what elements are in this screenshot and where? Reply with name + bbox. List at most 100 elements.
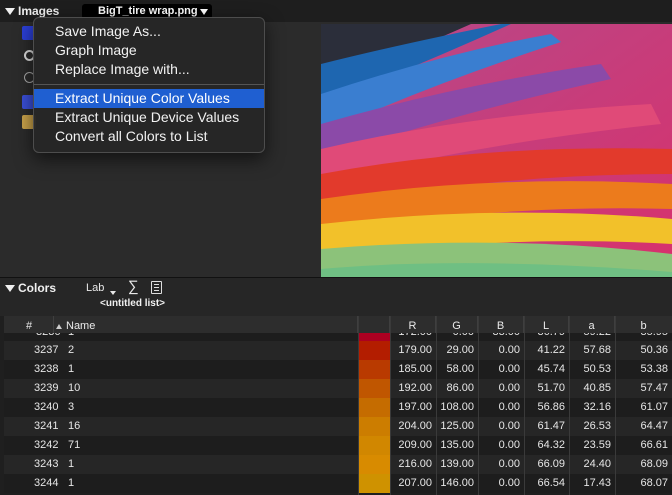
cell-r: 192.00: [398, 382, 432, 394]
cell-g: 146.00: [440, 477, 474, 489]
table-row[interactable]: 3241 16 204.00 125.00 0.00 61.47 26.53 64.47: [4, 417, 672, 436]
color-swatch: [358, 398, 390, 417]
cell-l: 51.70: [537, 382, 565, 394]
cell-name: 10: [68, 382, 81, 394]
menu-item-extract-unique-color-values[interactable]: Extract Unique Color Values: [34, 89, 264, 108]
cell-index: 3238: [34, 363, 59, 375]
cell-index: 3243: [34, 458, 59, 470]
color-swatch: [358, 341, 390, 360]
cell-a: 17.43: [583, 477, 611, 489]
menu-item-save-image-as[interactable]: Save Image As...: [34, 22, 264, 41]
cell-l: 61.47: [537, 420, 565, 432]
cell-l: 64.32: [537, 439, 565, 451]
menu-item-extract-unique-device-values[interactable]: Extract Unique Device Values: [34, 108, 264, 127]
cell-g: 0.00: [436, 333, 474, 341]
color-swatch: [358, 379, 390, 398]
cell-name: 3: [68, 401, 75, 413]
column-divider: [524, 316, 525, 495]
color-swatch: [358, 360, 390, 379]
cell-a: 23.59: [583, 439, 611, 451]
color-swatch: [358, 455, 390, 474]
cell-r: 179.00: [398, 344, 432, 356]
column-divider: [358, 316, 359, 495]
disclosure-triangle-icon: [5, 284, 15, 292]
colors-header: Colors Lab ∑ <untitled list>: [0, 278, 672, 316]
list-name[interactable]: <untitled list>: [100, 298, 165, 309]
cell-index: 3240: [34, 401, 59, 413]
cell-b: 0.00: [498, 439, 520, 451]
cell-r: 185.00: [398, 363, 432, 375]
cell-b: 0.00: [498, 363, 520, 375]
column-divider: [569, 316, 570, 495]
cell-name: 1: [68, 363, 75, 375]
column-divider: [390, 316, 391, 495]
cell-l: 56.86: [537, 401, 565, 413]
image-context-menu: Save Image As... Graph Image Replace Ima…: [33, 17, 265, 153]
cell-index: 3237: [34, 344, 59, 356]
cell-a: 24.40: [583, 458, 611, 470]
menu-item-replace-image[interactable]: Replace Image with...: [34, 60, 264, 79]
cell-a: 57.68: [583, 344, 611, 356]
cell-b: 0.00: [498, 382, 520, 394]
cell-b: 0.00: [498, 344, 520, 356]
table-row[interactable]: 3236 1 172.00 0.00 33.00 36.79 59.22 35.…: [4, 333, 672, 341]
color-swatch: [358, 417, 390, 436]
cell-g: 108.00: [440, 401, 474, 413]
images-section-label: Images: [18, 4, 60, 18]
cell-index: 3244: [34, 477, 59, 489]
cell-r: 172.00: [390, 333, 432, 341]
cell-b: 0.00: [498, 401, 520, 413]
cell-lab-b: 57.47: [640, 382, 668, 394]
cell-a: 26.53: [583, 420, 611, 432]
cell-b: 33.00: [478, 333, 520, 341]
color-swatch: [358, 474, 390, 493]
cell-name: 1: [68, 477, 75, 489]
cell-lab-b: 35.95: [615, 333, 668, 341]
cell-index: 3239: [34, 382, 59, 394]
cell-lab-b: 50.36: [640, 344, 668, 356]
colors-table: # Name R G B L a b 3236 1 172.00 0.00 33…: [0, 316, 672, 495]
popup-arrow-icon: [199, 8, 208, 15]
document-icon[interactable]: [151, 281, 162, 294]
cell-name: 1: [68, 333, 74, 341]
table-row[interactable]: 3243 1 216.00 139.00 0.00 66.09 24.40 68.09: [4, 455, 672, 474]
table-row[interactable]: 3244 1 207.00 146.00 0.00 66.54 17.43 68.07: [4, 474, 672, 493]
table-row[interactable]: 3242 71 209.00 135.00 0.00 64.32 23.59 66.61: [4, 436, 672, 455]
cell-r: 197.00: [398, 401, 432, 413]
color-swatch: [358, 436, 390, 455]
cell-name: 71: [68, 439, 81, 451]
colors-section-label: Colors: [18, 281, 57, 295]
cell-r: 204.00: [398, 420, 432, 432]
cell-lab-b: 66.61: [640, 439, 668, 451]
cell-g: 58.00: [446, 363, 474, 375]
table-row[interactable]: 3237 2 179.00 29.00 0.00 41.22 57.68 50.36: [4, 341, 672, 360]
cell-b: 0.00: [498, 420, 520, 432]
cell-index: 3242: [34, 439, 59, 451]
table-row[interactable]: 3239 10 192.00 86.00 0.00 51.70 40.85 57.47: [4, 379, 672, 398]
cell-lab-b: 68.09: [640, 458, 668, 470]
cell-r: 209.00: [398, 439, 432, 451]
cell-g: 86.00: [446, 382, 474, 394]
color-mode-popup[interactable]: Lab: [86, 282, 104, 294]
table-row[interactable]: 3240 3 197.00 108.00 0.00 56.86 32.16 61.07: [4, 398, 672, 417]
image-preview: [321, 24, 672, 277]
cell-name: 1: [68, 458, 75, 470]
cell-lab-b: 61.07: [640, 401, 668, 413]
chevron-down-icon: [110, 291, 116, 295]
sum-icon[interactable]: ∑: [128, 278, 139, 295]
cell-lab-b: 53.38: [640, 363, 668, 375]
column-divider: [436, 316, 437, 495]
sort-ascending-icon: [56, 324, 62, 329]
cell-b: 0.00: [498, 477, 520, 489]
cell-index: 3241: [34, 420, 59, 432]
cell-name: 2: [68, 344, 75, 356]
cell-l: 45.74: [537, 363, 565, 375]
table-row[interactable]: 3238 1 185.00 58.00 0.00 45.74 50.53 53.38: [4, 360, 672, 379]
cell-g: 135.00: [440, 439, 474, 451]
colors-section-toggle[interactable]: Colors: [5, 281, 56, 295]
images-section-toggle[interactable]: Images: [5, 4, 59, 18]
menu-item-graph-image[interactable]: Graph Image: [34, 41, 264, 60]
menu-item-convert-colors-to-list[interactable]: Convert all Colors to List: [34, 127, 264, 146]
cell-g: 125.00: [440, 420, 474, 432]
cell-a: 32.16: [583, 401, 611, 413]
